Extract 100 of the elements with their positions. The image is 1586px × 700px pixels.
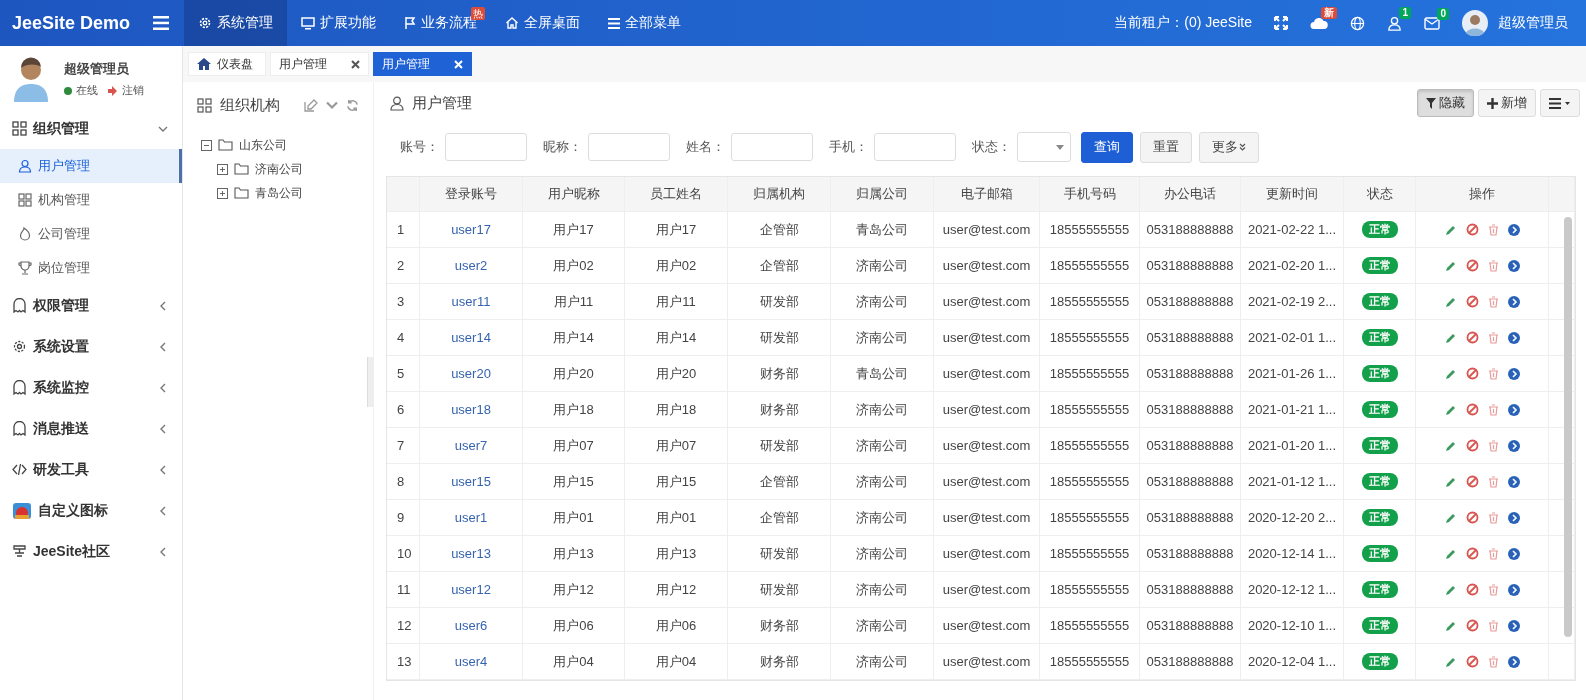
fullscreen-icon[interactable] — [1274, 16, 1288, 30]
arrow-right-icon[interactable] — [1507, 331, 1520, 344]
tree-node[interactable]: 济南公司 — [255, 160, 303, 178]
account-link[interactable]: user7 — [420, 428, 523, 463]
nav-tab[interactable]: 全屏桌面 — [491, 0, 594, 46]
search-button[interactable]: 查询 — [1081, 131, 1133, 163]
input-field[interactable] — [731, 133, 813, 161]
collapse-handle[interactable] — [367, 357, 374, 407]
account-link[interactable]: user18 — [420, 392, 523, 427]
edit-icon[interactable] — [1444, 295, 1457, 308]
add-button[interactable]: 新增 — [1478, 89, 1536, 117]
arrow-right-icon[interactable] — [1507, 367, 1520, 380]
disable-icon[interactable] — [1465, 583, 1479, 596]
arrow-right-icon[interactable] — [1507, 475, 1520, 488]
trash-icon[interactable] — [1487, 295, 1499, 308]
arrow-right-icon[interactable] — [1507, 655, 1520, 668]
trash-icon[interactable] — [1487, 331, 1499, 344]
disable-icon[interactable] — [1465, 511, 1479, 524]
nav-tab[interactable]: 扩展功能 — [287, 0, 390, 46]
account-link[interactable]: user11 — [420, 284, 523, 319]
edit-icon[interactable] — [1444, 511, 1457, 524]
page-tab[interactable]: 用户管理 — [373, 52, 472, 76]
trash-icon[interactable] — [1487, 511, 1499, 524]
disable-icon[interactable] — [1465, 439, 1479, 452]
arrow-right-icon[interactable] — [1507, 547, 1520, 560]
input-field[interactable] — [588, 133, 670, 161]
menu-group[interactable]: 消息推送 — [0, 408, 182, 449]
nav-tab[interactable]: 全部菜单 — [594, 0, 695, 46]
edit-icon[interactable] — [1444, 439, 1457, 452]
arrow-right-icon[interactable] — [1507, 403, 1520, 416]
disable-icon[interactable] — [1465, 655, 1479, 668]
edit-icon[interactable] — [1444, 331, 1457, 344]
disable-icon[interactable] — [1465, 223, 1479, 236]
account-link[interactable]: user20 — [420, 356, 523, 391]
account-link[interactable]: user13 — [420, 536, 523, 571]
menu-item[interactable]: 机构管理 — [0, 183, 182, 217]
trash-icon[interactable] — [1487, 259, 1499, 272]
edit-icon[interactable] — [1444, 547, 1457, 560]
cloud-icon[interactable] — [1310, 16, 1328, 30]
menu-item[interactable]: 用户管理 — [0, 149, 182, 183]
account-link[interactable]: user17 — [420, 212, 523, 247]
tenant-label[interactable]: 当前租户：(0) JeeSite — [1114, 14, 1252, 32]
trash-icon[interactable] — [1487, 547, 1499, 560]
edit-icon[interactable] — [1444, 475, 1457, 488]
trash-icon[interactable] — [1487, 619, 1499, 632]
tree-node[interactable]: 山东公司 — [239, 136, 287, 154]
trash-icon[interactable] — [1487, 439, 1499, 452]
trash-icon[interactable] — [1487, 367, 1499, 380]
disable-icon[interactable] — [1465, 259, 1479, 272]
menu-group[interactable]: 系统监控 — [0, 367, 182, 408]
mail-icon[interactable] — [1424, 16, 1440, 30]
edit-icon[interactable] — [1444, 655, 1457, 668]
page-tab[interactable]: 用户管理 — [270, 52, 369, 76]
globe-icon[interactable] — [1350, 15, 1365, 31]
menu-group[interactable]: 权限管理 — [0, 285, 182, 326]
disable-icon[interactable] — [1465, 331, 1479, 344]
refresh-icon[interactable] — [346, 98, 359, 112]
trash-icon[interactable] — [1487, 403, 1499, 416]
expand-icon[interactable] — [217, 163, 228, 175]
arrow-right-icon[interactable] — [1507, 583, 1520, 596]
page-tab[interactable]: 仪表盘 — [188, 52, 266, 76]
trash-icon[interactable] — [1487, 223, 1499, 236]
menu-item[interactable]: 公司管理 — [0, 217, 182, 251]
arrow-right-icon[interactable] — [1507, 511, 1520, 524]
disable-icon[interactable] — [1465, 619, 1479, 632]
account-link[interactable]: user6 — [420, 608, 523, 643]
avatar-icon[interactable] — [1462, 10, 1488, 36]
edit-icon[interactable] — [1444, 583, 1457, 596]
filter-button[interactable]: 隐藏 — [1417, 89, 1474, 117]
account-link[interactable]: user12 — [420, 572, 523, 607]
chevron-down-icon[interactable] — [326, 100, 338, 110]
account-link[interactable]: user2 — [420, 248, 523, 283]
scrollbar[interactable] — [1564, 217, 1572, 637]
menu-group[interactable]: 自定义图标 — [0, 490, 182, 531]
disable-icon[interactable] — [1465, 295, 1479, 308]
trash-icon[interactable] — [1487, 475, 1499, 488]
expand-icon[interactable] — [217, 187, 228, 199]
edit-icon[interactable] — [1444, 259, 1457, 272]
input-field[interactable] — [445, 133, 527, 161]
logout-link[interactable]: 注销 — [122, 83, 144, 98]
menu-group[interactable]: 研发工具 — [0, 449, 182, 490]
disable-icon[interactable] — [1465, 367, 1479, 380]
disable-icon[interactable] — [1465, 403, 1479, 416]
menu-item[interactable]: 岗位管理 — [0, 251, 182, 285]
account-link[interactable]: user4 — [420, 644, 523, 679]
account-link[interactable]: user15 — [420, 464, 523, 499]
user-name[interactable]: 超级管理员 — [1498, 14, 1568, 32]
more-button[interactable]: 更多 — [1199, 131, 1259, 163]
arrow-right-icon[interactable] — [1507, 619, 1520, 632]
menu-button[interactable] — [1540, 89, 1580, 117]
disable-icon[interactable] — [1465, 475, 1479, 488]
input-field[interactable] — [874, 133, 956, 161]
collapse-icon[interactable] — [201, 139, 212, 151]
arrow-right-icon[interactable] — [1507, 223, 1520, 236]
edit-icon[interactable] — [1444, 403, 1457, 416]
menu-group[interactable]: 组织管理 — [0, 108, 182, 149]
reset-button[interactable]: 重置 — [1140, 131, 1192, 163]
tree-node[interactable]: 青岛公司 — [255, 184, 303, 202]
menu-group[interactable]: 系统设置 — [0, 326, 182, 367]
edit-icon[interactable] — [304, 98, 318, 112]
